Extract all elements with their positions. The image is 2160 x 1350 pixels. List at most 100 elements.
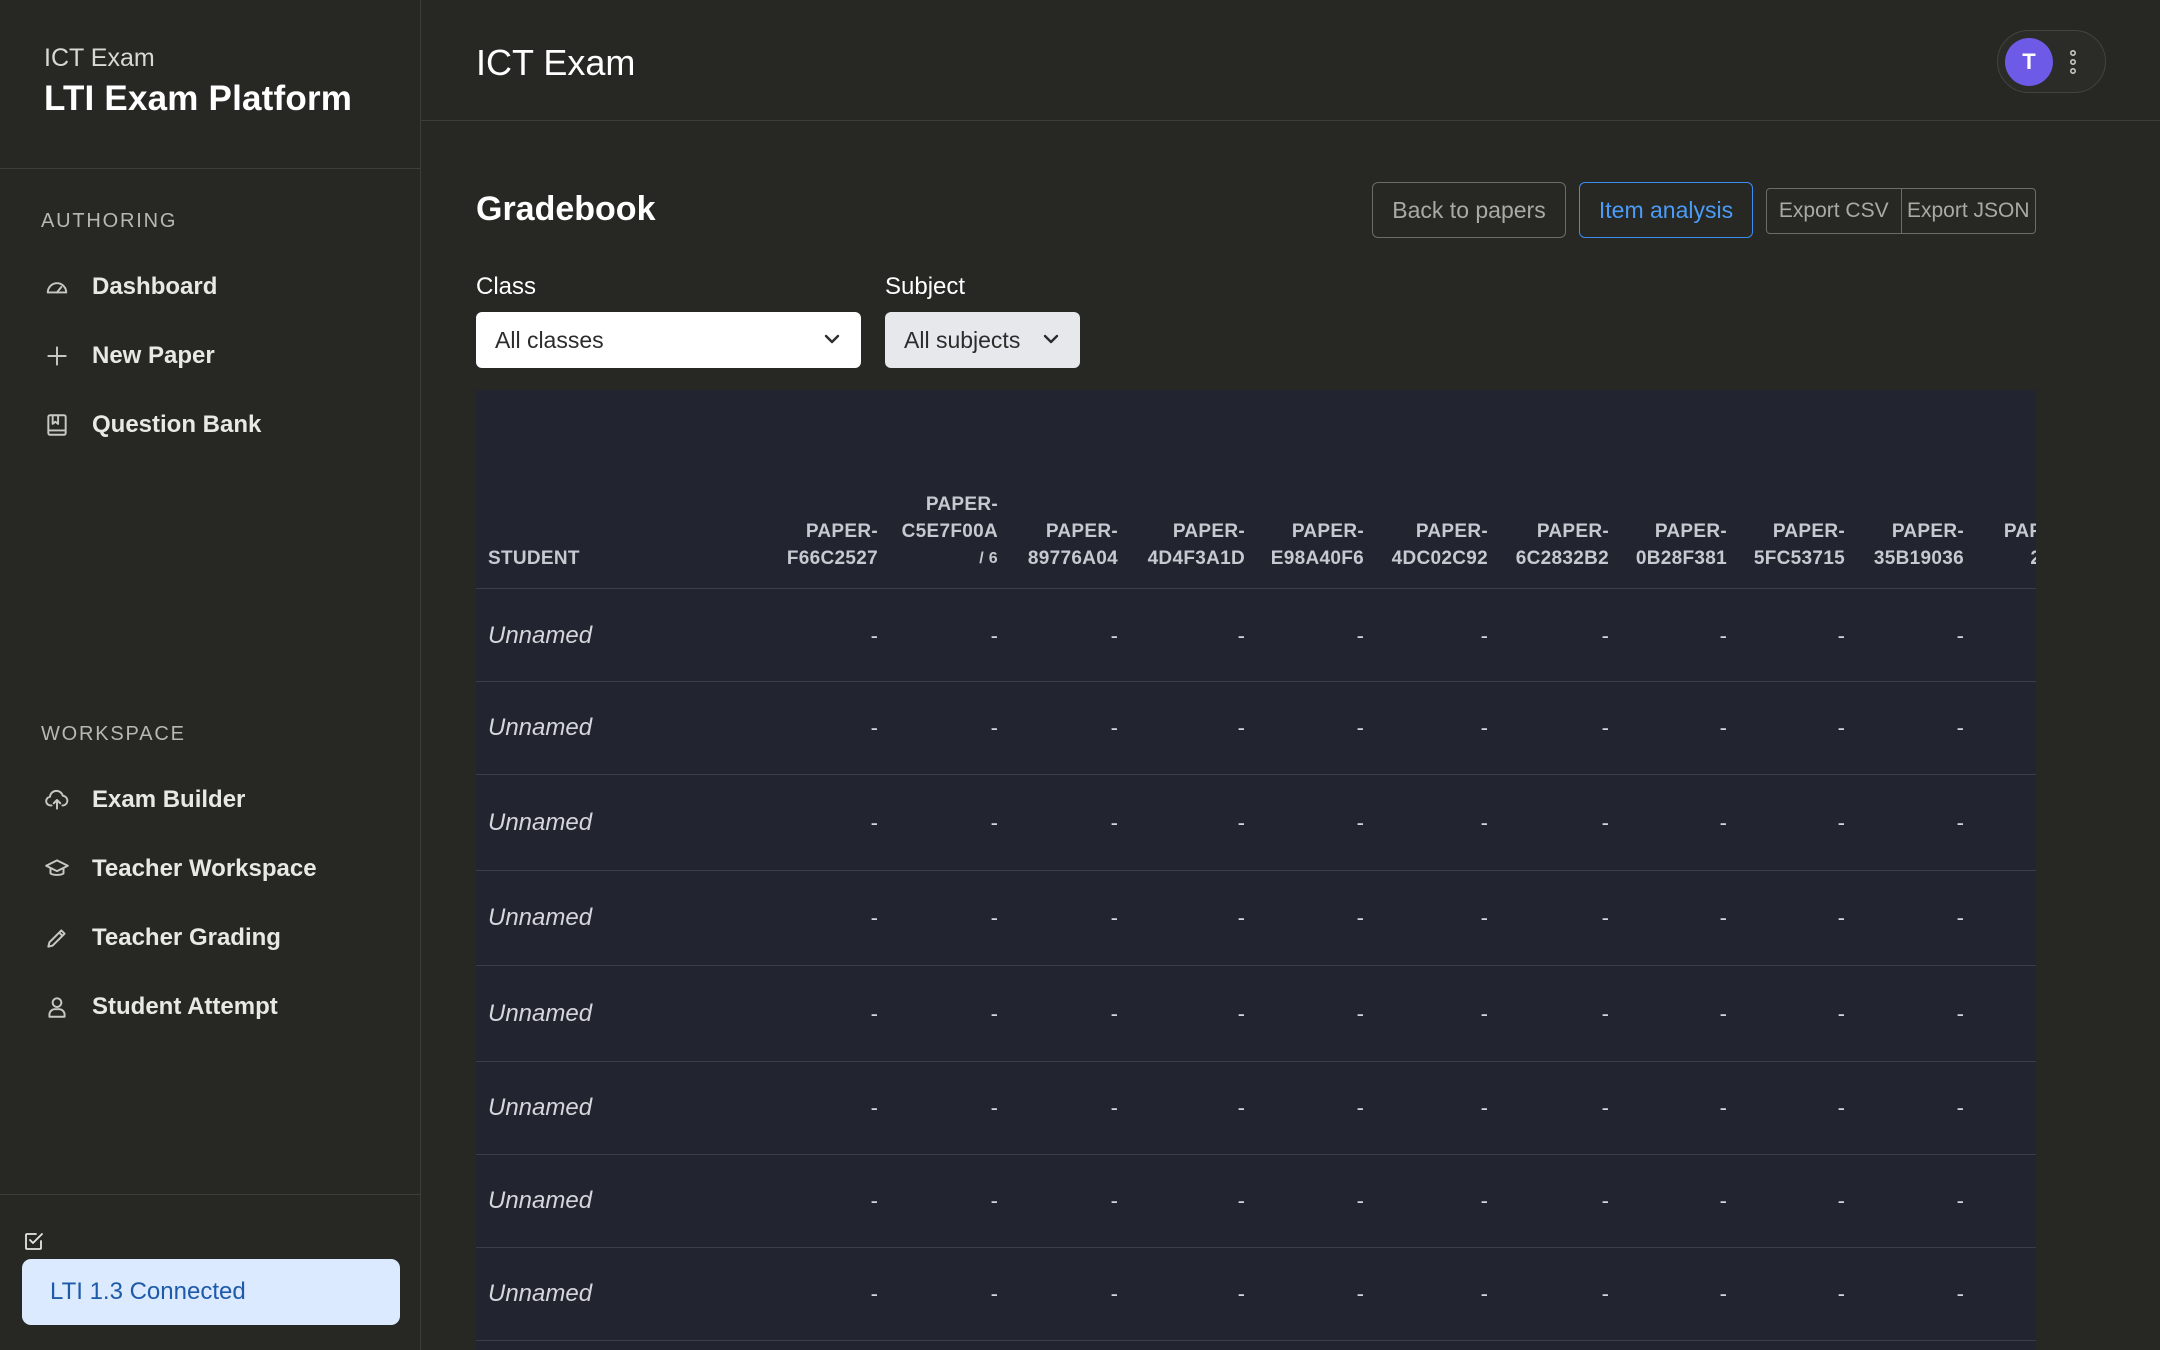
table-header: STUDENT PAPER- F66C2527 PAPER- C5E7F00A/ 6P…: [476, 390, 2036, 589]
score-cell: -: [870, 1000, 878, 1026]
student-name-cell: Unnamed: [488, 1094, 593, 1121]
score-cell: -: [1837, 622, 1845, 648]
score-cell: -: [1719, 622, 1727, 648]
student-name-cell: Unnamed: [488, 621, 593, 649]
back-to-papers-button[interactable]: Back to papers: [1372, 182, 1566, 238]
score-cell: -: [870, 1281, 878, 1306]
score-cell: -: [1601, 1281, 1609, 1306]
score-cell: -: [1601, 1095, 1609, 1120]
student-name-cell: Unnamed: [488, 1187, 593, 1214]
nav-item-exam-builder[interactable]: Exam Builder: [44, 776, 384, 824]
brand-subtitle: ICT Exam: [44, 44, 155, 72]
table-row[interactable]: Unnamed - - - - - - - - - -: [476, 590, 2036, 682]
score-cell: -: [990, 1000, 998, 1026]
score-cell: -: [1956, 905, 1964, 930]
score-cell: -: [990, 1281, 998, 1306]
column-header-paper[interactable]: PAPER- 4D4F3A1D: [1148, 518, 1245, 572]
export-csv-button[interactable]: Export CSV: [1767, 189, 1901, 233]
score-cell: -: [1110, 1095, 1118, 1120]
nav-item-new-paper[interactable]: New Paper: [44, 332, 384, 380]
column-header-line: PAPER-: [2003, 521, 2036, 542]
score-cell: -: [1237, 809, 1245, 835]
lti-status-badge[interactable]: LTI 1.3 Connected: [22, 1259, 400, 1325]
checkbox-icon: [25, 1233, 43, 1250]
table-row[interactable]: Unnamed - - - - - - - - - -: [476, 775, 2036, 871]
score-cell: -: [1356, 1281, 1364, 1306]
nav-item-question-bank[interactable]: Question Bank: [44, 401, 384, 449]
score-cell: -: [1480, 1095, 1488, 1120]
column-header-line: 4D4F3A1D: [1147, 548, 1245, 569]
score-cell: -: [1237, 622, 1245, 648]
section-label-workspace: WORKSPACE: [41, 723, 186, 745]
score-cell: -: [1719, 1095, 1727, 1120]
score-cell: -: [870, 622, 878, 648]
column-header-line: 0B28F381: [1635, 548, 1727, 569]
nav-item-teacher-workspace[interactable]: Teacher Workspace: [44, 845, 384, 893]
score-cell: -: [1601, 809, 1609, 835]
table-row[interactable]: Unnamed - - - - - - - - - -: [476, 682, 2036, 775]
gradebook-table[interactable]: STUDENT PAPER- F66C2527 PAPER- C5E7F00A/ 6P…: [476, 390, 2036, 1350]
score-cell: -: [870, 1188, 878, 1213]
column-header-paper[interactable]: PAPER- C5E7F00A / 6: [902, 491, 998, 572]
column-header-line: F66C2527: [786, 548, 878, 569]
column-header-student[interactable]: STUDENT: [488, 545, 580, 572]
avatar[interactable]: T: [2005, 38, 2053, 86]
item-analysis-button[interactable]: Item analysis: [1579, 182, 1753, 238]
header-title: ICT Exam: [476, 42, 636, 83]
column-header-paper[interactable]: PAPER- 202E: [2004, 518, 2036, 572]
column-header-line: PAPER-: [1291, 521, 1364, 542]
chevron-down-icon: [1043, 334, 1059, 344]
table-row[interactable]: Unnamed - - - - - - - - - -: [476, 1155, 2036, 1248]
column-header-line: PAPER-: [1536, 521, 1609, 542]
score-cell: -: [1719, 1281, 1727, 1306]
class-select-value: All classes: [495, 326, 604, 353]
score-cell: -: [990, 622, 998, 648]
column-header-paper[interactable]: PAPER- 6C2832B2: [1516, 518, 1609, 572]
nav-item-teacher-grading[interactable]: Teacher Grading: [44, 914, 384, 962]
sidebar: ICT Exam LTI Exam Platform AUTHORING Das…: [0, 0, 421, 1350]
table-row[interactable]: Unnamed - - - - - - - - - -: [476, 871, 2036, 966]
divider: [0, 168, 420, 169]
class-filter-label: Class: [476, 273, 537, 300]
score-cell: -: [1110, 622, 1118, 648]
graduation-cap-icon: [45, 859, 69, 876]
column-header-paper[interactable]: PAPER- 0B28F381: [1636, 518, 1727, 572]
column-header-paper[interactable]: PAPER- 4DC02C92: [1392, 518, 1488, 572]
subject-select[interactable]: All subjects: [885, 312, 1080, 368]
nav-item-dashboard[interactable]: Dashboard: [44, 263, 384, 311]
class-select[interactable]: All classes: [476, 312, 861, 368]
score-cell: -: [1110, 715, 1118, 740]
score-cell: -: [870, 1095, 878, 1120]
table-row[interactable]: Unnamed - - - - - - - - - -: [476, 1248, 2036, 1341]
score-cell: -: [1237, 905, 1245, 930]
column-header-paper[interactable]: PAPER- 35B19036: [1874, 518, 1964, 572]
column-header-paper[interactable]: PAPER- 5FC53715: [1754, 518, 1845, 572]
book-icon: [47, 414, 67, 436]
export-json-button[interactable]: Export JSON: [1900, 189, 2036, 233]
score-cell: -: [1356, 905, 1364, 930]
table-row[interactable]: Unnamed - - - - - - - - - -: [476, 1062, 2036, 1155]
score-cell: -: [1837, 1188, 1845, 1213]
export-button-group: Export CSV Export JSON: [1766, 188, 2036, 234]
column-header-paper[interactable]: PAPER- 89776A04: [1028, 518, 1118, 572]
page-title: Gradebook: [476, 190, 656, 228]
score-cell: -: [1719, 1000, 1727, 1026]
score-cell: -: [1601, 715, 1609, 740]
nav-item-label: New Paper: [92, 342, 215, 369]
user-menu[interactable]: T: [1997, 30, 2106, 93]
column-header-paper[interactable]: PAPER- E98A40F6: [1271, 518, 1364, 572]
cloud-upload-icon: [45, 789, 69, 810]
column-header-line: PAPER-: [1045, 521, 1118, 542]
column-header-line: PAPER-: [1172, 521, 1245, 542]
column-header-line: PAPER-: [1415, 521, 1488, 542]
brand-title: LTI Exam Platform: [44, 79, 353, 118]
table-row[interactable]: Unnamed - - - - - - - - - -: [476, 966, 2036, 1062]
score-cell: -: [1837, 1281, 1845, 1306]
nav-item-label: Teacher Workspace: [92, 855, 317, 882]
more-vertical-icon[interactable]: [2066, 48, 2080, 76]
nav-item-student-attempt[interactable]: Student Attempt: [44, 983, 384, 1031]
column-header-paper[interactable]: PAPER- F66C2527: [787, 518, 878, 572]
pencil-icon: [47, 929, 66, 948]
score-cell: -: [990, 1095, 998, 1120]
column-header-line: 5FC53715: [1753, 548, 1845, 569]
